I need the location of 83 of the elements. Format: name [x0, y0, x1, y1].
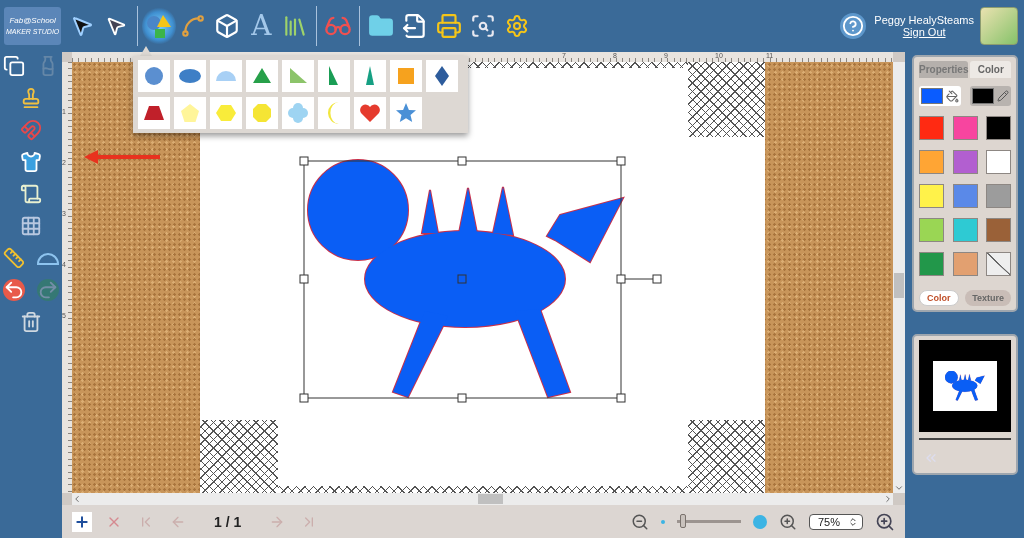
scrollbar-thumb[interactable] [894, 273, 904, 298]
color-swatch[interactable] [986, 218, 1011, 242]
horizontal-scrollbar[interactable] [72, 493, 893, 505]
sign-out-link[interactable]: Sign Out [902, 26, 946, 38]
chevron-left-icon [72, 494, 82, 504]
zoom-out-icon[interactable] [630, 512, 649, 531]
trash-icon [20, 311, 42, 333]
zoom-fit-icon[interactable] [875, 511, 895, 532]
text-tool-glyph: A [251, 12, 272, 40]
fill-color-well[interactable] [919, 86, 961, 106]
grid-icon [20, 215, 42, 237]
grid-tool-button[interactable] [19, 214, 43, 238]
scrollbar-corner [62, 493, 72, 505]
pen-icon [180, 13, 207, 39]
box-icon [214, 13, 241, 39]
stamp-icon [20, 87, 42, 109]
ruler-corner [62, 52, 72, 62]
copy-icon [3, 55, 25, 77]
pencil-icon [997, 90, 1009, 102]
creature-drawing[interactable] [945, 371, 985, 401]
color-swatch[interactable] [986, 150, 1011, 174]
user-name: Peggy HealySteams [874, 14, 974, 26]
text-tool-button[interactable]: A [244, 7, 279, 45]
large-dot-icon [752, 514, 767, 529]
pointer-icon [70, 14, 95, 38]
color-swatch[interactable] [919, 252, 944, 276]
protractor-icon [37, 251, 59, 265]
color-swatch[interactable] [919, 218, 944, 242]
small-dot-icon [660, 519, 665, 524]
color-swatch[interactable] [952, 252, 978, 276]
shirt-icon [20, 151, 42, 173]
avatar-picture[interactable] [980, 7, 1018, 45]
folder-icon [368, 13, 395, 39]
color-swatch[interactable] [919, 150, 944, 174]
paint-bucket-icon [946, 89, 959, 103]
settings-icon [505, 14, 530, 38]
scroll-icon [20, 183, 42, 205]
color-swatch[interactable] [952, 150, 978, 174]
color-swatch[interactable] [952, 218, 978, 242]
machine-icon [470, 13, 497, 39]
color-swatch[interactable] [952, 184, 978, 208]
undo-icon [3, 279, 25, 301]
chevron-down-icon [894, 483, 904, 493]
stepper-icon [848, 516, 858, 527]
zoom-in-icon[interactable] [778, 512, 797, 531]
color-swatch[interactable] [986, 116, 1011, 140]
redo-icon [37, 279, 59, 301]
page-thumbnail[interactable] [933, 361, 997, 411]
shape-tool-button[interactable] [19, 150, 43, 174]
mode-toggle[interactable]: Color [919, 290, 959, 306]
page-counter: 1 / 1 [214, 513, 242, 530]
fabric-tool-button[interactable] [19, 182, 43, 206]
color-swatch[interactable] [952, 116, 978, 140]
shapes-tool-button[interactable] [142, 7, 177, 45]
printer-icon [436, 13, 463, 39]
shape-tile[interactable] [318, 97, 350, 129]
undo-tool-button[interactable] [2, 278, 26, 302]
scrollbar-corner [893, 52, 905, 62]
scrollbar-thumb[interactable] [478, 494, 503, 504]
logo-text: Fab@School [9, 15, 56, 26]
zoom-select[interactable]: 75% [808, 513, 863, 530]
add-page-button[interactable] [72, 511, 92, 532]
chevron-right-icon [883, 494, 893, 504]
mode-toggle[interactable]: Texture [965, 290, 1011, 306]
trash-tool-button[interactable] [19, 310, 43, 334]
shapes-icon [145, 13, 174, 39]
color-swatch[interactable] [986, 184, 1011, 208]
vertical-scrollbar[interactable] [893, 62, 905, 493]
copy-tool-button[interactable] [2, 54, 26, 78]
panel-tab[interactable]: Color [970, 61, 1011, 78]
magnet-icon [20, 119, 42, 141]
stroke-color-well[interactable] [970, 86, 1011, 106]
slider-thumb[interactable] [680, 513, 687, 528]
color-swatch[interactable] [919, 116, 944, 140]
ruler-icon [3, 247, 25, 269]
plus-icon [74, 513, 90, 530]
help-button[interactable] [840, 13, 867, 39]
pointer-icon [105, 15, 128, 37]
color-swatch[interactable] [919, 184, 944, 208]
help-icon [842, 15, 865, 37]
ruler-tool-button[interactable] [2, 246, 26, 270]
scrollbar-corner [893, 493, 905, 505]
no-color-swatch[interactable] [986, 252, 1011, 276]
